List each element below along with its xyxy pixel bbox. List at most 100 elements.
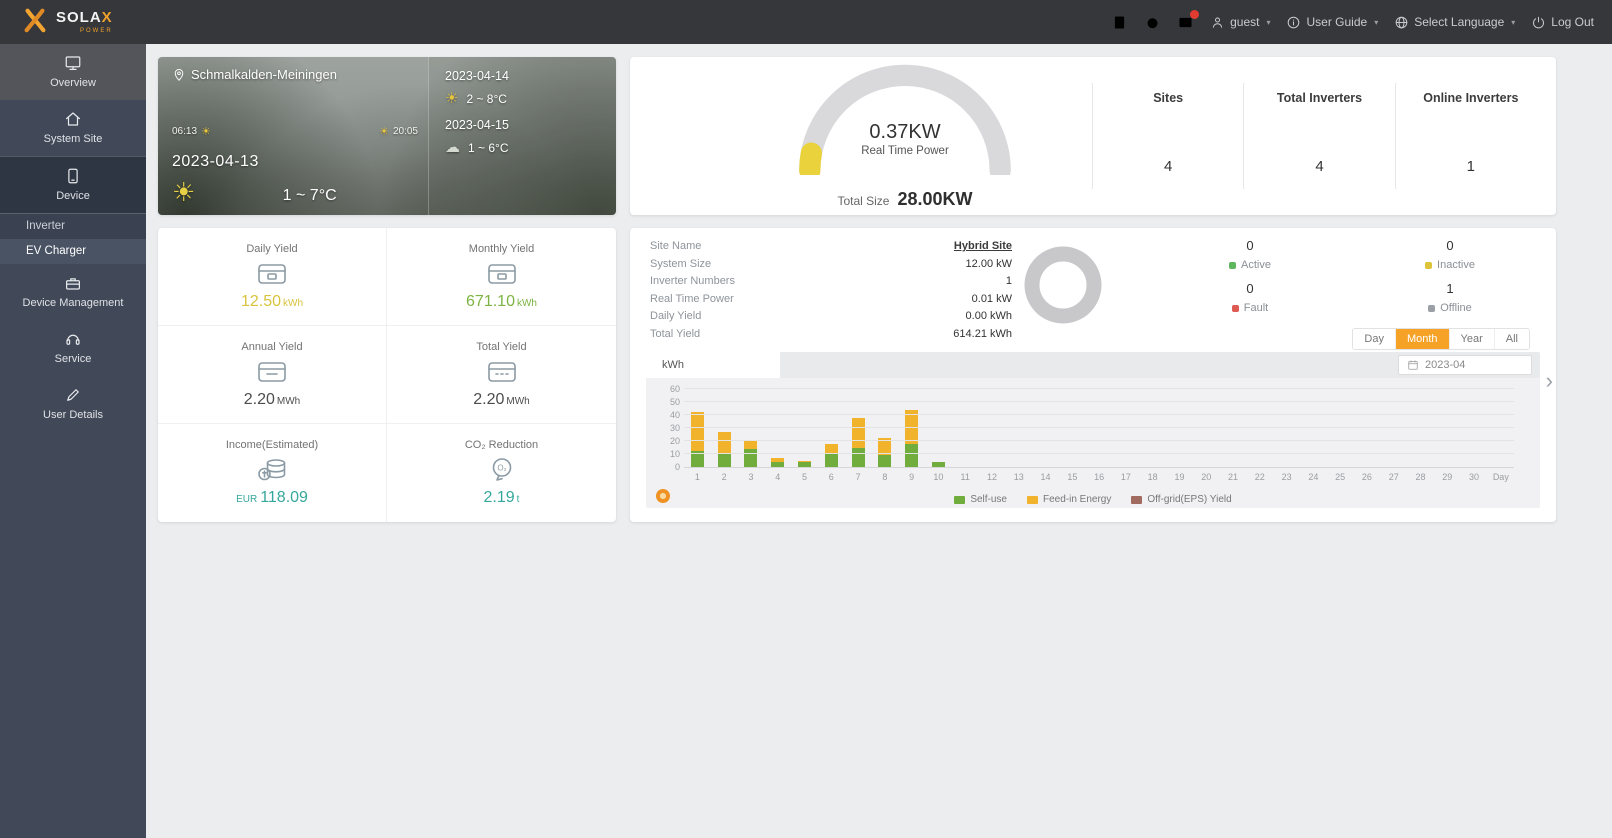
solax-x-icon bbox=[22, 7, 48, 38]
legend-label: Self-use bbox=[970, 494, 1007, 505]
legend-swatch bbox=[1131, 495, 1143, 504]
yield-cell-total-yield: Total Yield 2.20 MWh bbox=[387, 326, 616, 424]
yield-value: EUR 118.09 bbox=[236, 489, 308, 507]
site-info-row: Real Time Power 0.01 kW bbox=[650, 291, 1012, 309]
date-picker[interactable]: 2023-04 bbox=[1398, 355, 1532, 375]
period-all-button[interactable]: All bbox=[1493, 329, 1529, 349]
yield-value: 2.19 t bbox=[484, 489, 520, 507]
stacked-bar bbox=[931, 461, 945, 467]
gridline bbox=[684, 401, 1514, 402]
house-icon bbox=[64, 110, 82, 128]
sunrise-time: 06:13 bbox=[172, 126, 198, 137]
calendar-icon bbox=[1407, 359, 1419, 371]
x-tick-label: 4 bbox=[775, 472, 781, 482]
tab-kwh[interactable]: kWh bbox=[646, 352, 780, 378]
sidebar-item-inverter[interactable]: Inverter bbox=[0, 214, 146, 239]
x-tick-label: 6 bbox=[828, 472, 834, 482]
x-tick-label: 7 bbox=[855, 472, 861, 482]
user-guide-menu[interactable]: User Guide ▾ bbox=[1286, 15, 1378, 30]
sidebar-item-service[interactable]: Service bbox=[0, 320, 146, 376]
stacked-bar bbox=[771, 457, 785, 467]
info-icon bbox=[1286, 15, 1301, 30]
status-count: 0 bbox=[1246, 281, 1254, 296]
period-day-button[interactable]: Day bbox=[1353, 329, 1395, 349]
status-text: Offline bbox=[1440, 302, 1472, 314]
sidebar-item-user-details[interactable]: User Details bbox=[0, 376, 146, 432]
sidebar-item-system-site[interactable]: System Site bbox=[0, 100, 146, 156]
language-menu[interactable]: Select Language ▾ bbox=[1394, 15, 1515, 30]
yield-value: 2.20 MWh bbox=[473, 391, 529, 409]
document-icon[interactable] bbox=[1111, 14, 1128, 31]
yield-value: 12.50 kWh bbox=[241, 293, 303, 311]
site-info-value: 0.01 kW bbox=[971, 292, 1012, 305]
legend-item-off-grid-eps-yield[interactable]: Off-grid(EPS) Yield bbox=[1131, 494, 1232, 505]
svg-text:O₂: O₂ bbox=[497, 464, 506, 473]
gridline bbox=[684, 427, 1514, 428]
site-name-link[interactable]: Hybrid Site bbox=[954, 238, 1012, 256]
sidebar-item-device[interactable]: Device bbox=[0, 156, 146, 214]
stat-online-inverters: Online Inverters 1 bbox=[1394, 83, 1546, 189]
sidebar-item-device-management[interactable]: Device Management bbox=[0, 264, 146, 320]
x-tick-label: 24 bbox=[1308, 472, 1319, 482]
globe-icon bbox=[1394, 15, 1409, 30]
x-tick-label: 12 bbox=[986, 472, 997, 482]
stat-value: 1 bbox=[1466, 158, 1475, 175]
period-year-button[interactable]: Year bbox=[1448, 329, 1494, 349]
site-info-label: Inverter Numbers bbox=[650, 275, 735, 287]
status-text: Inactive bbox=[1437, 259, 1475, 271]
site-info-label: Real Time Power bbox=[650, 292, 734, 305]
yield-value: 671.10 kWh bbox=[466, 293, 537, 311]
chart-marker-icon[interactable] bbox=[656, 489, 670, 503]
x-tick-label: 30 bbox=[1469, 472, 1480, 482]
forecast-temp: 2 ~ 8°C bbox=[466, 91, 507, 106]
alarm-icon[interactable] bbox=[1144, 14, 1161, 31]
x-tick-label: 11 bbox=[960, 472, 970, 482]
stat-label: Online Inverters bbox=[1423, 91, 1519, 105]
status-dot-icon bbox=[1231, 304, 1239, 312]
period-month-button[interactable]: Month bbox=[1394, 329, 1449, 349]
legend-item-feed-in-energy[interactable]: Feed-in Energy bbox=[1027, 494, 1111, 505]
site-info-row: Total Yield 614.21 kWh bbox=[650, 326, 1012, 344]
site-info-label: Site Name bbox=[650, 240, 702, 252]
site-info-row: Inverter Numbers 1 bbox=[650, 273, 1012, 291]
status-donut-chart bbox=[1024, 246, 1102, 324]
stat-value: 4 bbox=[1315, 158, 1324, 175]
x-tick-label: 9 bbox=[909, 472, 915, 482]
power-stats: Sites 4 Total Inverters 4 Online Inverters 1 bbox=[1092, 83, 1546, 189]
sidebar-item-overview[interactable]: Overview bbox=[0, 44, 146, 100]
site-info-value: 614.21 kWh bbox=[953, 327, 1012, 340]
yield-label: Daily Yield bbox=[246, 242, 298, 255]
y-tick-label: 60 bbox=[669, 384, 680, 394]
power-card: 0.37KW Real Time Power Total Size 28.00KW… bbox=[630, 57, 1556, 215]
x-tick-label: 10 bbox=[933, 472, 944, 482]
yield-chart-panel: kWh 2023-04 0 10 20 30 40 50 60 1 2 3 4 5 6 7 8 9 10 11 1… bbox=[646, 352, 1540, 508]
status-label: Inactive bbox=[1350, 259, 1550, 271]
logout-button[interactable]: Log Out bbox=[1531, 15, 1594, 30]
status-label: Offline bbox=[1350, 302, 1550, 314]
x-tick-label: 15 bbox=[1067, 472, 1078, 482]
user-menu[interactable]: guest ▾ bbox=[1210, 15, 1270, 30]
sidebar: Overview System Site Device Inverter EV Char… bbox=[0, 44, 146, 838]
legend-label: Feed-in Energy bbox=[1043, 494, 1112, 505]
yield-label: Annual Yield bbox=[241, 340, 303, 353]
weather-condition-icon: ☀ bbox=[172, 177, 196, 207]
stacked-bar bbox=[905, 409, 919, 467]
yield-number: 671.10 bbox=[466, 292, 515, 310]
yield-cell-income-estimated: Income(Estimated) EUR 118.09 bbox=[158, 424, 387, 522]
x-tick-label: 8 bbox=[882, 472, 888, 482]
yield-value: 2.20 MWh bbox=[244, 391, 300, 409]
x-tick-label: 26 bbox=[1361, 472, 1372, 482]
yield-cell-annual-yield: Annual Yield 2.20 MWh bbox=[158, 326, 387, 424]
x-tick-label: 22 bbox=[1254, 472, 1265, 482]
sidebar-item-ev-charger[interactable]: EV Charger bbox=[0, 239, 146, 264]
site-info-value: 12.00 kW bbox=[965, 257, 1012, 270]
bar-segment-feed-in-energy bbox=[744, 441, 758, 449]
next-site-arrow-icon[interactable]: › bbox=[1546, 370, 1553, 392]
legend-item-self-use[interactable]: Self-use bbox=[954, 494, 1007, 505]
message-icon[interactable] bbox=[1177, 9, 1200, 31]
y-tick-label: 20 bbox=[669, 436, 680, 446]
realtime-power-label: Real Time Power bbox=[861, 145, 949, 157]
status-count: 1 bbox=[1446, 281, 1454, 296]
yield-unit: MWh bbox=[506, 395, 530, 407]
forecast-date: 2023-04-15 bbox=[445, 118, 509, 132]
